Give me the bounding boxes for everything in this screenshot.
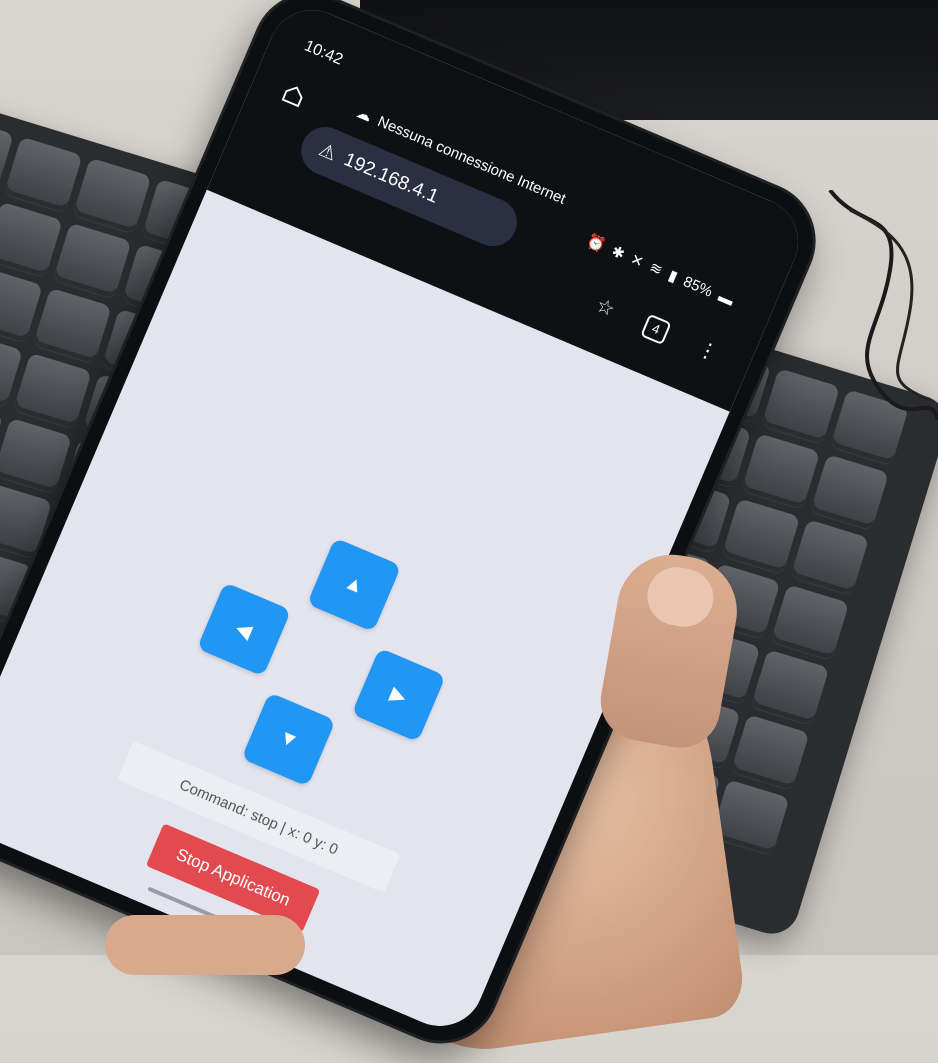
warning-icon: ⚠ <box>315 139 340 166</box>
key <box>741 433 821 510</box>
right-button[interactable]: ▶ <box>351 647 446 743</box>
battery-percent: 85% <box>680 272 716 301</box>
key <box>0 201 63 278</box>
tabs-icon[interactable]: 4 <box>640 313 672 345</box>
key <box>810 454 889 531</box>
key <box>770 584 850 661</box>
cloud-off-icon: ☁ <box>353 104 375 126</box>
star-icon[interactable]: ☆ <box>592 292 618 322</box>
up-button[interactable]: ▲ <box>306 537 402 632</box>
thumbnail-nail <box>642 562 718 632</box>
dpad: ▲ ◀ ▶ ▼ <box>164 505 479 820</box>
wifi-icon: ≋ <box>646 258 666 280</box>
battery-icon: ▬ <box>715 287 737 310</box>
key <box>72 157 152 234</box>
down-button[interactable]: ▼ <box>241 692 336 787</box>
key <box>13 352 92 429</box>
more-vert-icon[interactable]: ⋮ <box>694 335 722 366</box>
key <box>721 498 801 575</box>
hand-finger <box>105 915 305 975</box>
key <box>730 714 810 791</box>
key <box>52 222 132 299</box>
status-time: 10:42 <box>301 37 346 69</box>
left-button[interactable]: ◀ <box>196 582 292 677</box>
cable <box>828 190 938 420</box>
key <box>32 287 112 364</box>
key <box>0 417 72 494</box>
browser-toolbar: ☆ 4 ⋮ <box>592 292 721 366</box>
signal-icon: ▮ <box>665 266 681 286</box>
key <box>750 649 830 726</box>
key <box>3 136 83 213</box>
url-text: 192.168.4.1 <box>340 149 442 208</box>
key <box>790 519 870 596</box>
bluetooth-icon: ✱ <box>608 242 628 264</box>
home-icon[interactable] <box>279 81 308 110</box>
alarm-icon: ⏰ <box>584 232 609 256</box>
mute-icon: ✕ <box>627 250 647 272</box>
